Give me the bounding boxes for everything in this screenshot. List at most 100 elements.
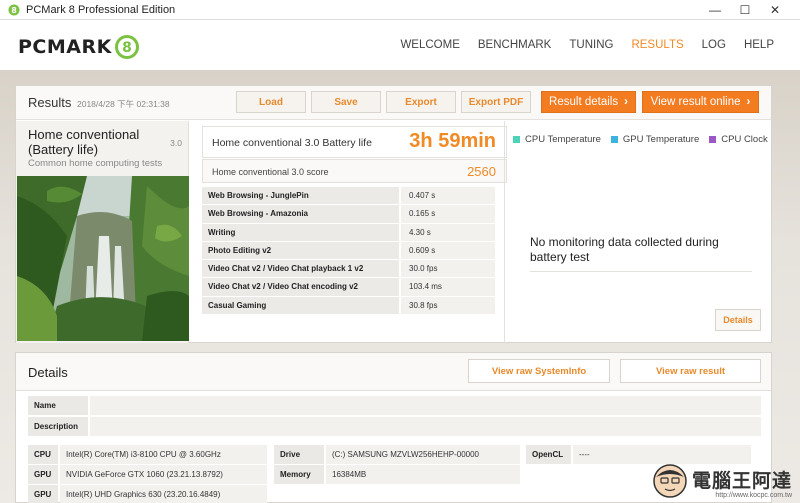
main-nav: WELCOME BENCHMARK TUNING RESULTS LOG HEL… <box>400 39 774 51</box>
logo-text: PCMARK <box>18 36 112 58</box>
no-monitoring-message: No monitoring data collected during batt… <box>530 235 752 272</box>
subtest-row: Web Browsing - Amazonia 0.165 s <box>202 205 495 224</box>
subtest-list: Web Browsing - JunglePin 0.407 s Web Brow… <box>202 187 495 316</box>
subtest-value: 0.165 s <box>401 205 495 223</box>
details-button[interactable]: Details <box>715 309 761 331</box>
save-button[interactable]: Save <box>311 91 381 113</box>
memory-value: 16384MB <box>326 465 520 484</box>
result-details-label: Result details <box>549 96 619 108</box>
memory-row: Memory 16384MB <box>274 465 520 484</box>
description-row: Description <box>28 417 761 436</box>
subtest-name: Video Chat v2 / Video Chat playback 1 v2 <box>202 260 399 278</box>
view-online-button[interactable]: View result online › <box>642 91 759 113</box>
legend-cpu-clock[interactable]: CPU Clock <box>709 134 768 145</box>
subtest-name: Web Browsing - JunglePin <box>202 187 399 205</box>
subtest-name: Web Browsing - Amazonia <box>202 205 399 223</box>
results-header: Results 2018/4/28 下午 02:31:38 Load Save … <box>16 86 771 120</box>
cpu-row: CPU Intel(R) Core(TM) i3-8100 CPU @ 3.60… <box>28 445 267 464</box>
subtest-value: 0.609 s <box>401 241 495 260</box>
subtest-value: 4.30 s <box>401 223 495 241</box>
maximize-button[interactable]: ☐ <box>730 0 760 20</box>
view-raw-systeminfo-button[interactable]: View raw SystemInfo <box>468 359 610 383</box>
title-bar: 8 PCMark 8 Professional Edition — ☐ ✕ <box>0 0 800 20</box>
export-button[interactable]: Export <box>386 91 456 113</box>
view-online-label: View result online <box>650 96 741 108</box>
view-raw-result-button[interactable]: View raw result <box>620 359 761 383</box>
chevron-right-icon: › <box>746 96 751 108</box>
subtest-row: Video Chat v2 / Video Chat playback 1 v2… <box>202 260 495 279</box>
load-button[interactable]: Load <box>236 91 306 113</box>
subtest-name: Video Chat v2 / Video Chat encoding v2 <box>202 278 399 296</box>
watermark-text: 電腦王阿達 <box>691 471 792 492</box>
svg-text:8: 8 <box>11 6 17 15</box>
drive-row: Drive (C:) SAMSUNG MZVLW256HEHP-00000 <box>274 445 520 464</box>
drive-value: (C:) SAMSUNG MZVLW256HEHP-00000 <box>326 445 520 464</box>
result-details-button[interactable]: Result details › <box>541 91 636 113</box>
subtest-name: Writing <box>202 223 399 241</box>
subtest-row: Writing 4.30 s <box>202 223 495 242</box>
drive-label: Drive <box>274 445 324 464</box>
opencl-row: OpenCL ---- <box>526 445 751 464</box>
details-header: Details View raw SystemInfo View raw res… <box>16 353 771 391</box>
description-value <box>90 417 761 436</box>
legend-label: CPU Clock <box>721 134 768 145</box>
subtest-row: Casual Gaming 30.8 fps <box>202 296 495 316</box>
window-title: PCMark 8 Professional Edition <box>26 3 176 16</box>
results-date: 2018/4/28 下午 02:31:38 <box>77 99 170 109</box>
legend-label: GPU Temperature <box>622 134 700 145</box>
subtest-name: Photo Editing v2 <box>202 241 399 260</box>
legend-swatch <box>610 136 618 143</box>
test-subtitle: Common home computing tests <box>28 158 163 169</box>
description-label: Description <box>28 417 88 436</box>
legend-gpu-temperature[interactable]: GPU Temperature <box>610 134 700 145</box>
monitoring-panel: CPU Temperature GPU Temperature CPU Cloc… <box>504 121 772 343</box>
close-button[interactable]: ✕ <box>760 0 790 20</box>
nav-welcome[interactable]: WELCOME <box>400 39 459 51</box>
nav-log[interactable]: LOG <box>702 39 726 51</box>
export-pdf-button[interactable]: Export PDF <box>461 91 531 113</box>
gpu-label: GPU <box>28 465 58 484</box>
opencl-label: OpenCL <box>526 445 571 464</box>
nav-help[interactable]: HELP <box>744 39 774 51</box>
battery-life-value: 3h 59min <box>409 130 496 152</box>
subtest-name: Casual Gaming <box>202 296 399 315</box>
test-version: 3.0 <box>170 138 182 148</box>
cpu-value: Intel(R) Core(TM) i3-8100 CPU @ 3.60GHz <box>60 445 267 464</box>
legend-cpu-temperature[interactable]: CPU Temperature <box>513 134 601 145</box>
results-panel: Results 2018/4/28 下午 02:31:38 Load Save … <box>15 85 772 343</box>
legend-swatch <box>513 136 520 143</box>
app-header: PCMARK 8 WELCOME BENCHMARK TUNING RESULT… <box>0 20 800 70</box>
subtest-value: 30.8 fps <box>401 296 495 315</box>
battery-life-label: Home conventional 3.0 Battery life <box>212 137 372 149</box>
mascot-icon <box>653 464 687 498</box>
pcmark-logo: PCMARK 8 <box>18 34 140 60</box>
home-score: Home conventional 3.0 score 2560 <box>202 159 507 183</box>
test-name: Home conventional (Battery life) <box>28 127 140 157</box>
waterfall-image <box>17 176 189 341</box>
legend-label: CPU Temperature <box>525 134 601 145</box>
cpu-label: CPU <box>28 445 58 464</box>
subtest-value: 0.407 s <box>401 187 495 205</box>
gpu-label: GPU <box>28 485 58 503</box>
opencl-value: ---- <box>573 445 751 464</box>
nav-tuning[interactable]: TUNING <box>569 39 613 51</box>
subtest-value: 103.4 ms <box>401 278 495 296</box>
pcmark-app-icon: 8 <box>8 4 20 16</box>
logo-badge-icon: 8 <box>114 35 139 59</box>
details-title: Details <box>28 365 68 380</box>
minimize-button[interactable]: — <box>700 0 730 20</box>
subtest-value: 30.0 fps <box>401 260 495 278</box>
nav-results[interactable]: RESULTS <box>631 39 683 51</box>
memory-label: Memory <box>274 465 324 484</box>
home-score-value: 2560 <box>467 164 496 179</box>
gpu-value: NVIDIA GeForce GTX 1060 (23.21.13.8792) <box>60 465 267 484</box>
monitoring-legend: CPU Temperature GPU Temperature CPU Cloc… <box>513 134 768 145</box>
results-title: Results <box>28 95 72 110</box>
svg-text:8: 8 <box>122 40 132 56</box>
gpu-value: Intel(R) UHD Graphics 630 (23.20.16.4849… <box>60 485 267 503</box>
subtest-row: Photo Editing v2 0.609 s <box>202 241 495 261</box>
nav-benchmark[interactable]: BENCHMARK <box>478 39 551 51</box>
gpu-row: GPU Intel(R) UHD Graphics 630 (23.20.16.… <box>28 485 267 503</box>
name-label: Name <box>28 396 88 415</box>
gpu-row: GPU NVIDIA GeForce GTX 1060 (23.21.13.87… <box>28 465 267 484</box>
